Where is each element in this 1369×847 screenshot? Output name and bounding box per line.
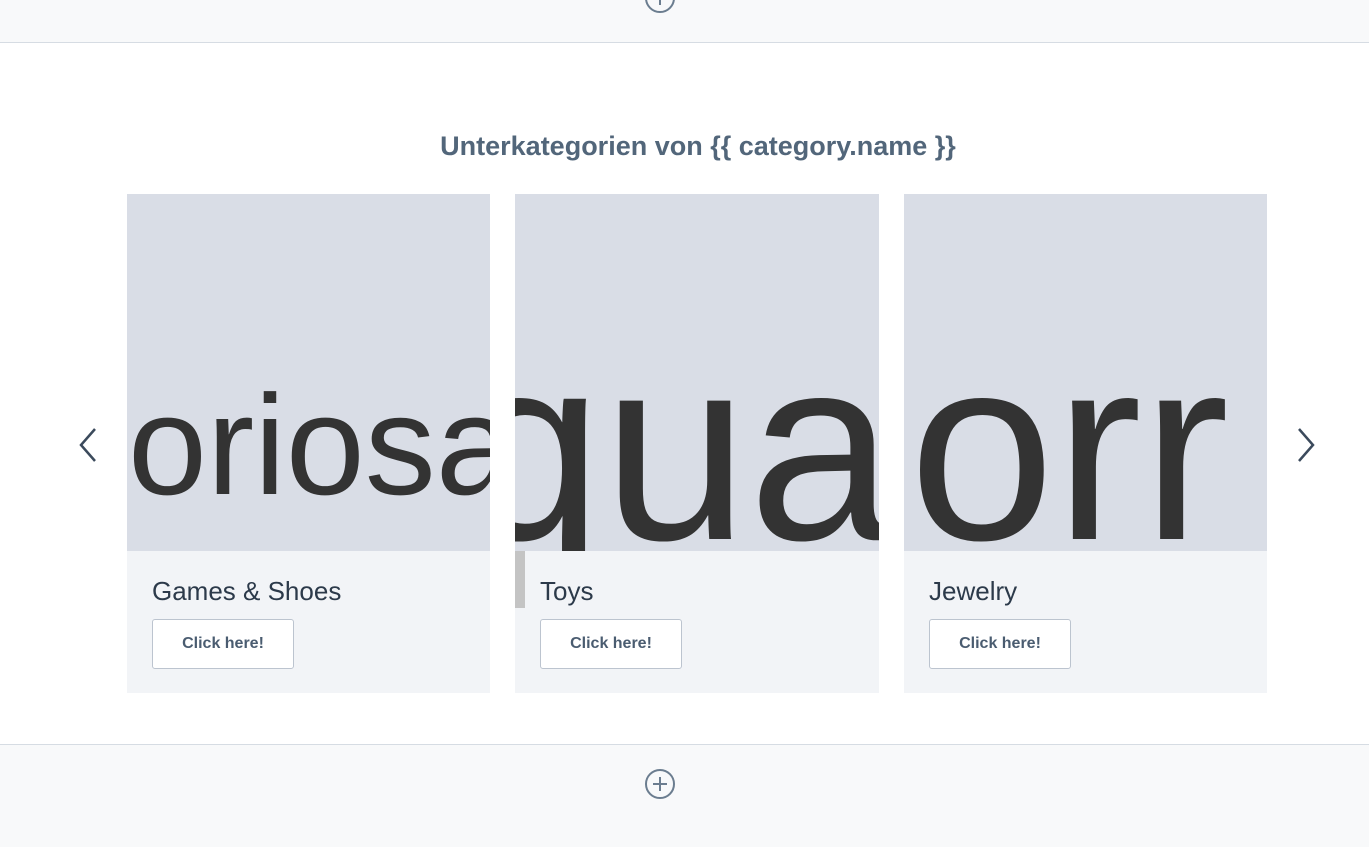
category-card: poriosa Games & Shoes Click here! [127,194,490,693]
card-image: poriosa [127,194,490,551]
card-link-button[interactable]: Click here! [152,619,294,669]
card-title: Jewelry [929,576,1018,606]
card-link-button[interactable]: Click here! [929,619,1071,669]
bottom-block-band [0,744,1369,847]
chevron-right-icon [1298,428,1315,462]
category-card: orr Jewelry Click here! [904,194,1267,693]
card-image: orr [904,194,1267,551]
card-image-text: qua [515,302,879,552]
card-image-text: orr [909,302,1230,552]
section-heading: Unterkategorien von {{ category.name }} [440,131,956,161]
add-block-button-top[interactable] [644,0,676,14]
image-edge-artifact [515,551,525,608]
card-image: qua [515,194,879,551]
chevron-left-icon [79,428,96,462]
card-link-button[interactable]: Click here! [540,619,682,669]
carousel-prev-button[interactable] [74,425,102,465]
card-title: Games & Shoes [152,576,342,606]
carousel-next-button[interactable] [1292,425,1320,465]
add-block-button-bottom[interactable] [644,768,676,800]
category-card: qua Toys Click here! [515,194,879,693]
card-title: Toys [540,576,594,606]
plus-circle-icon [645,0,675,13]
card-image-text: poriosa [127,366,490,525]
plus-circle-icon [645,769,675,799]
subcategory-section: Unterkategorien von {{ category.name }} … [0,43,1369,744]
top-block-band [0,0,1369,43]
